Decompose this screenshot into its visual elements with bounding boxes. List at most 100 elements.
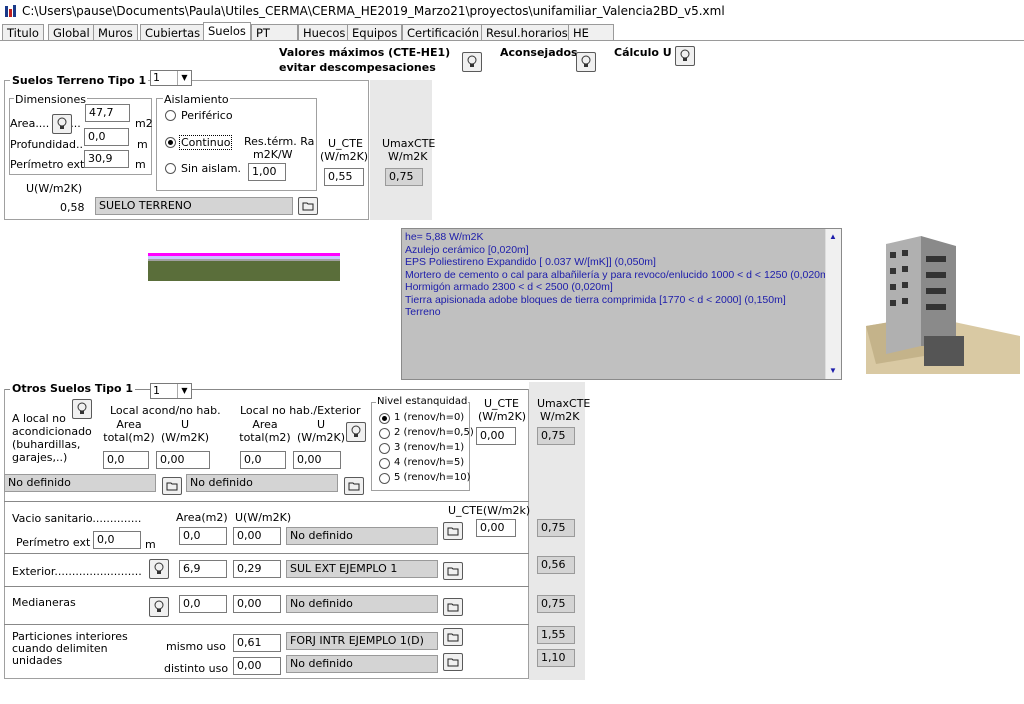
folder-icon bbox=[447, 567, 459, 576]
tab-resul-horarios[interactable]: Resul.horarios bbox=[481, 24, 573, 41]
title-bar: C:\Users\pause\Documents\Paula\Utiles_CE… bbox=[0, 0, 1024, 22]
exterior-open-button[interactable] bbox=[443, 562, 463, 580]
info-line: Hormigón armado 2300 < d < 2500 (0,020m] bbox=[405, 281, 613, 293]
local-nohab-label: Local no hab./Exterior bbox=[240, 404, 361, 417]
medianeras-open-button[interactable] bbox=[443, 598, 463, 616]
nivel-label: Nivel estanquidad bbox=[376, 396, 469, 407]
valores-max-help-button[interactable] bbox=[462, 52, 482, 72]
perimetro-input[interactable]: 30,9 bbox=[84, 150, 129, 168]
terreno-open-button[interactable] bbox=[298, 197, 318, 215]
otros-ucte-input[interactable]: 0,00 bbox=[476, 427, 516, 445]
nohab-open-button[interactable] bbox=[344, 477, 364, 495]
terreno-tipo-select[interactable]: 1 ▼ bbox=[150, 70, 192, 86]
vacio-open-button[interactable] bbox=[443, 522, 463, 540]
exterior-u-input[interactable]: 0,29 bbox=[233, 560, 281, 578]
tab-pt[interactable]: PT bbox=[251, 24, 298, 41]
tab-he[interactable]: HE bbox=[568, 24, 614, 41]
profundidad-label: Profundidad.. bbox=[10, 138, 84, 151]
tab-muros[interactable]: Muros bbox=[93, 24, 138, 41]
nivel-2-radio[interactable] bbox=[379, 428, 390, 439]
vacio-ucte-input[interactable]: 0,00 bbox=[476, 519, 516, 537]
medianeras-name: No definido bbox=[286, 595, 438, 613]
local-acond-label: Local acond/no hab. bbox=[110, 404, 221, 417]
calculo-u-button[interactable] bbox=[675, 46, 695, 66]
info-line: Tierra apisionada adobe bloques de tierr… bbox=[405, 293, 786, 306]
terreno-ucte-unit: (W/m2K) bbox=[320, 150, 369, 163]
folder-icon bbox=[348, 482, 360, 491]
tab-suelos[interactable]: Suelos bbox=[203, 22, 251, 41]
terreno-title: Suelos Terreno Tipo 1 bbox=[10, 74, 149, 87]
nivel-5-radio[interactable] bbox=[379, 473, 390, 484]
layers-info-panel[interactable]: he= 5,88 W/m2K Azulejo cerámico [0,020m]… bbox=[401, 228, 842, 380]
exterior-help-button[interactable] bbox=[149, 559, 169, 579]
nivel-3-radio[interactable] bbox=[379, 443, 390, 454]
info-line: he= 5,88 W/m2K bbox=[405, 231, 484, 243]
area-input[interactable]: 47,7 bbox=[85, 104, 130, 122]
mismo-uso-open-button[interactable] bbox=[443, 628, 463, 646]
medianeras-u-input[interactable]: 0,00 bbox=[233, 595, 281, 613]
calculo-u-label: Cálculo U bbox=[614, 46, 672, 59]
info-scrollbar[interactable]: ▲ ▼ bbox=[825, 229, 841, 379]
vacio-u-input[interactable]: 0,00 bbox=[233, 527, 281, 545]
profundidad-input[interactable]: 0,0 bbox=[84, 128, 129, 146]
lightbulb-icon bbox=[57, 117, 67, 129]
mismo-uso-label: mismo uso bbox=[166, 640, 226, 653]
acond-area-input[interactable]: 0,0 bbox=[103, 451, 149, 469]
chevron-down-icon: ▼ bbox=[177, 71, 191, 85]
vacio-per-unit: m bbox=[145, 538, 156, 551]
info-line: Azulejo cerámico [0,020m] bbox=[405, 243, 529, 256]
acond-open-button[interactable] bbox=[162, 477, 182, 495]
lightbulb-icon bbox=[581, 55, 591, 67]
nivel-4-label: 4 (renov/h=5) bbox=[394, 457, 465, 468]
nivel-1-label: 1 (renov/h=0) bbox=[394, 412, 465, 423]
tab-titulo[interactable]: Titulo bbox=[2, 24, 44, 41]
distinto-uso-umax-value: 1,10 bbox=[537, 649, 575, 667]
area-help-button[interactable] bbox=[52, 114, 72, 134]
medianeras-help-button[interactable] bbox=[149, 597, 169, 617]
acond-area-header: Area total(m2) bbox=[103, 418, 155, 444]
perimetro-unit: m bbox=[135, 158, 146, 171]
nivel-4-radio[interactable] bbox=[379, 458, 390, 469]
otros-umax-value: 0,75 bbox=[537, 427, 575, 445]
distinto-uso-label: distinto uso bbox=[164, 662, 229, 675]
vacio-per-input[interactable]: 0,0 bbox=[93, 531, 141, 549]
res-term-label: Res.térm. Ra bbox=[244, 135, 315, 148]
continuo-radio[interactable] bbox=[165, 137, 176, 148]
tab-cubiertas[interactable]: Cubiertas bbox=[140, 24, 206, 41]
res-term-input[interactable]: 1,00 bbox=[248, 163, 286, 181]
local-no-acond-label: A local no acondicionado (buhardillas, g… bbox=[12, 412, 92, 464]
vacio-area-input[interactable]: 0,0 bbox=[179, 527, 227, 545]
periferico-radio[interactable] bbox=[165, 110, 176, 121]
tab-certificacion[interactable]: Certificación bbox=[402, 24, 484, 41]
tab-huecos[interactable]: Huecos bbox=[298, 24, 351, 41]
folder-icon bbox=[447, 633, 459, 642]
medianeras-area-input[interactable]: 0,0 bbox=[179, 595, 227, 613]
nohab-u-header: U (W/m2K) bbox=[296, 418, 346, 444]
nivel-5-label: 5 (renov/h=10) bbox=[394, 472, 471, 483]
nohab-area-input[interactable]: 0,0 bbox=[240, 451, 286, 469]
exterior-name: SUL EXT EJEMPLO 1 bbox=[286, 560, 438, 578]
medianeras-label: Medianeras bbox=[12, 596, 76, 609]
mismo-uso-input[interactable]: 0,61 bbox=[233, 634, 281, 652]
evitar-label: evitar descompesaciones bbox=[279, 61, 436, 74]
nohab-help-button[interactable] bbox=[346, 422, 366, 442]
distinto-uso-open-button[interactable] bbox=[443, 653, 463, 671]
folder-icon bbox=[447, 658, 459, 667]
window-title: C:\Users\pause\Documents\Paula\Utiles_CE… bbox=[22, 4, 725, 18]
tab-global[interactable]: Global bbox=[48, 24, 95, 41]
local-help-button[interactable] bbox=[72, 399, 92, 419]
sin-aislam-radio[interactable] bbox=[165, 163, 176, 174]
tab-equipos[interactable]: Equipos bbox=[347, 24, 403, 41]
aconsejados-button[interactable] bbox=[576, 52, 596, 72]
nivel-1-radio[interactable] bbox=[379, 413, 390, 424]
lightbulb-icon bbox=[154, 562, 164, 574]
terreno-ucte-input[interactable]: 0,55 bbox=[324, 168, 364, 186]
acond-u-input[interactable]: 0,00 bbox=[156, 451, 210, 469]
exterior-area-input[interactable]: 6,9 bbox=[179, 560, 227, 578]
nohab-u-input[interactable]: 0,00 bbox=[293, 451, 341, 469]
perimetro-label: Perímetro ext bbox=[10, 158, 85, 171]
building-illustration bbox=[866, 236, 1020, 374]
periferico-label: Periférico bbox=[181, 109, 233, 122]
distinto-uso-input[interactable]: 0,00 bbox=[233, 657, 281, 675]
lightbulb-icon bbox=[351, 425, 361, 437]
